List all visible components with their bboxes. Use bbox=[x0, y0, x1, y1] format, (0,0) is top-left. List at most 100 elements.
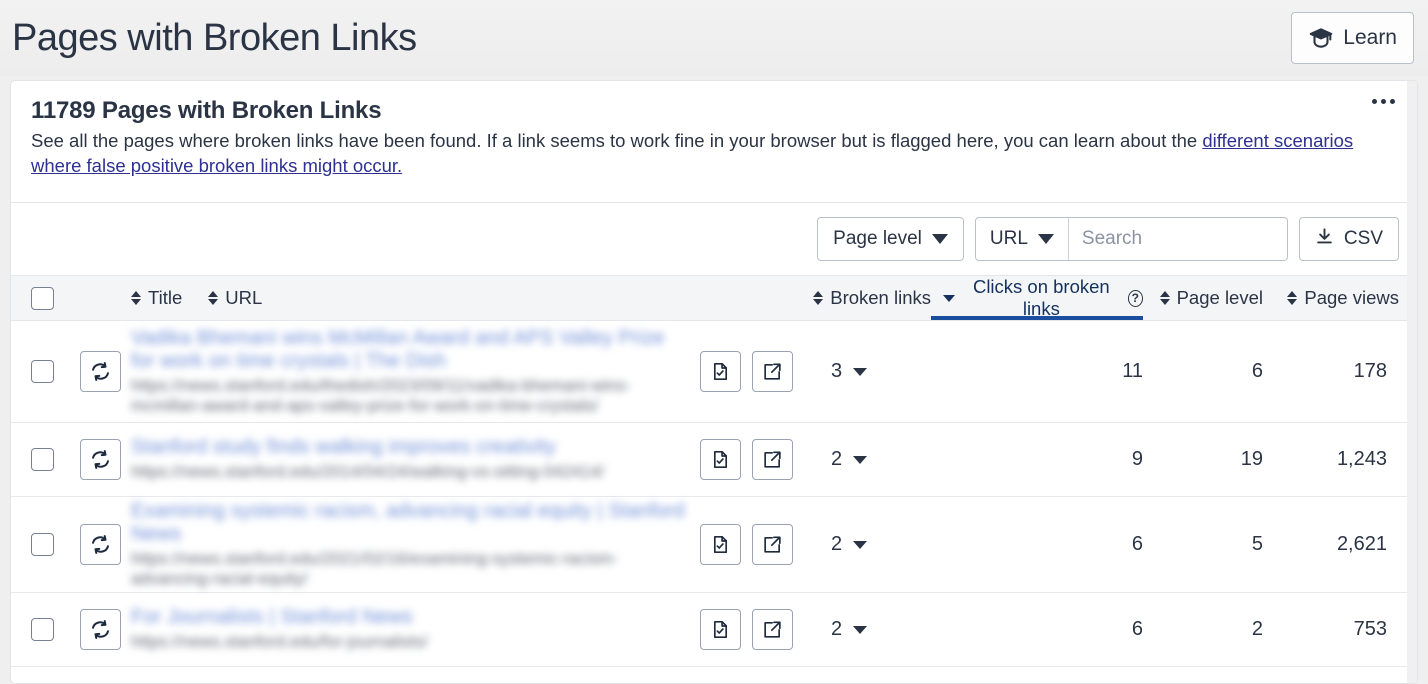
row-title-cell: Vadika Bhemani wins McMillan Award and A… bbox=[131, 320, 691, 424]
card-description: See all the pages where broken links hav… bbox=[31, 129, 1399, 178]
row-page-level-value: 2 bbox=[1143, 592, 1263, 668]
page-level-filter-button[interactable]: Page level bbox=[817, 217, 964, 262]
url-filter-label: URL bbox=[989, 228, 1028, 250]
row-page-views-value: 1,243 bbox=[1263, 422, 1403, 498]
row-actions-cell bbox=[691, 496, 801, 594]
page-views-header-label: Page views bbox=[1304, 287, 1399, 309]
csv-export-button[interactable]: CSV bbox=[1298, 217, 1399, 262]
row-refresh-cell bbox=[69, 320, 131, 424]
expand-chevron-icon[interactable] bbox=[853, 625, 868, 634]
row-page-level-value: 6 bbox=[1143, 320, 1263, 424]
page-header: Pages with Broken Links Learn bbox=[0, 0, 1428, 76]
chevron-down-icon bbox=[931, 234, 948, 245]
row-broken-links-cell: 2 bbox=[801, 422, 931, 498]
row-refresh-cell bbox=[69, 422, 131, 498]
external-link-icon[interactable] bbox=[751, 524, 793, 566]
page-title: Pages with Broken Links bbox=[12, 17, 417, 59]
refresh-icon[interactable] bbox=[79, 524, 121, 566]
row-url: https://news.stanford.edu/thedish/2023/0… bbox=[131, 377, 631, 415]
row-title[interactable]: Vadika Bhemani wins McMillan Award and A… bbox=[131, 327, 691, 373]
sort-icon bbox=[1287, 291, 1298, 306]
external-link-icon[interactable] bbox=[751, 439, 793, 481]
row-page-views-value: 178 bbox=[1263, 320, 1403, 424]
row-broken-links-value: 2 bbox=[831, 533, 843, 556]
row-broken-links-value: 2 bbox=[831, 448, 843, 471]
more-options-icon[interactable] bbox=[1368, 95, 1399, 108]
row-page-views-value: 2,621 bbox=[1263, 496, 1403, 594]
broken-links-header-label: Broken links bbox=[830, 287, 931, 309]
help-circle-icon[interactable]: ? bbox=[1127, 289, 1143, 307]
expand-chevron-icon[interactable] bbox=[853, 367, 868, 376]
row-title[interactable]: Stanford study finds walking improves cr… bbox=[131, 436, 691, 459]
row-checkbox[interactable] bbox=[31, 360, 54, 384]
row-broken-links-value: 2 bbox=[831, 618, 843, 641]
clicks-on-broken-links-header[interactable]: Clicks on broken links ? bbox=[931, 275, 1143, 322]
row-title[interactable]: For Journalists | Stanford News bbox=[131, 606, 691, 629]
row-checkbox[interactable] bbox=[31, 448, 54, 472]
refresh-icon[interactable] bbox=[79, 609, 121, 651]
sort-title-button[interactable]: Title bbox=[131, 276, 182, 320]
row-checkbox[interactable] bbox=[31, 618, 54, 642]
document-check-icon[interactable] bbox=[699, 439, 741, 481]
search-group: URL bbox=[974, 217, 1288, 262]
row-select-cell bbox=[11, 422, 69, 498]
refresh-icon[interactable] bbox=[79, 439, 121, 481]
expand-chevron-icon[interactable] bbox=[853, 540, 868, 549]
broken-links-card: 11789 Pages with Broken Links See all th… bbox=[10, 80, 1418, 684]
row-actions-cell bbox=[691, 320, 801, 424]
clicks-header-label: Clicks on broken links bbox=[972, 276, 1110, 320]
card-title: 11789 Pages with Broken Links bbox=[31, 97, 382, 124]
table-row[interactable]: For Journalists | Stanford News https://… bbox=[11, 592, 1417, 668]
table-row[interactable]: Stanford study finds walking improves cr… bbox=[11, 422, 1417, 498]
page-level-filter-label: Page level bbox=[833, 228, 922, 250]
csv-export-label: CSV bbox=[1343, 228, 1383, 250]
sort-url-button[interactable]: URL bbox=[208, 276, 262, 320]
document-check-icon[interactable] bbox=[699, 351, 741, 393]
vertical-scrollbar[interactable] bbox=[1407, 81, 1417, 683]
row-broken-links-value: 3 bbox=[831, 360, 843, 383]
sort-icon bbox=[813, 291, 824, 306]
search-input[interactable] bbox=[1068, 218, 1287, 261]
select-all-checkbox[interactable] bbox=[31, 286, 54, 310]
table-row[interactable]: Vadika Bhemani wins McMillan Award and A… bbox=[11, 320, 1417, 424]
page-views-header: Page views bbox=[1263, 275, 1403, 322]
learn-button-label: Learn bbox=[1343, 26, 1397, 49]
sort-icon bbox=[131, 291, 141, 306]
table-toolbar: Page level URL CSV bbox=[11, 203, 1417, 275]
card-description-text: See all the pages where broken links hav… bbox=[31, 130, 1203, 151]
document-check-icon[interactable] bbox=[699, 609, 741, 651]
refresh-column-header bbox=[69, 275, 131, 322]
row-checkbox[interactable] bbox=[31, 533, 54, 557]
row-refresh-cell bbox=[69, 496, 131, 594]
row-actions-cell bbox=[691, 592, 801, 668]
external-link-icon[interactable] bbox=[751, 609, 793, 651]
card-header: 11789 Pages with Broken Links See all th… bbox=[11, 81, 1417, 192]
row-clicks-value: 11 bbox=[931, 320, 1143, 424]
document-check-icon[interactable] bbox=[699, 524, 741, 566]
row-select-cell bbox=[11, 496, 69, 594]
url-filter-button[interactable]: URL bbox=[976, 218, 1069, 261]
external-link-icon[interactable] bbox=[751, 351, 793, 393]
learn-button[interactable]: Learn bbox=[1291, 12, 1414, 64]
graduation-cap-icon bbox=[1308, 25, 1334, 51]
row-page-level-value: 5 bbox=[1143, 496, 1263, 594]
title-url-header: Title URL bbox=[131, 275, 691, 322]
sort-descending-icon bbox=[943, 294, 955, 302]
row-select-cell bbox=[11, 592, 69, 668]
url-header-label: URL bbox=[225, 287, 263, 309]
broken-links-table: Title URL Broken links Clicks on broken … bbox=[11, 275, 1417, 668]
sort-icon bbox=[1159, 291, 1170, 306]
select-all-header bbox=[11, 275, 69, 322]
row-page-level-value: 19 bbox=[1143, 422, 1263, 498]
row-clicks-value: 9 bbox=[931, 422, 1143, 498]
row-broken-links-cell: 2 bbox=[801, 592, 931, 668]
table-header-row: Title URL Broken links Clicks on broken … bbox=[11, 275, 1417, 322]
broken-links-header: Broken links bbox=[801, 275, 931, 322]
row-title-cell: Stanford study finds walking improves cr… bbox=[131, 422, 691, 498]
row-title-cell: Examining systemic racism, advancing rac… bbox=[131, 496, 691, 594]
row-title[interactable]: Examining systemic racism, advancing rac… bbox=[131, 500, 691, 546]
refresh-icon[interactable] bbox=[79, 351, 121, 393]
table-row[interactable]: Examining systemic racism, advancing rac… bbox=[11, 496, 1417, 594]
row-clicks-value: 6 bbox=[931, 592, 1143, 668]
expand-chevron-icon[interactable] bbox=[853, 455, 868, 464]
